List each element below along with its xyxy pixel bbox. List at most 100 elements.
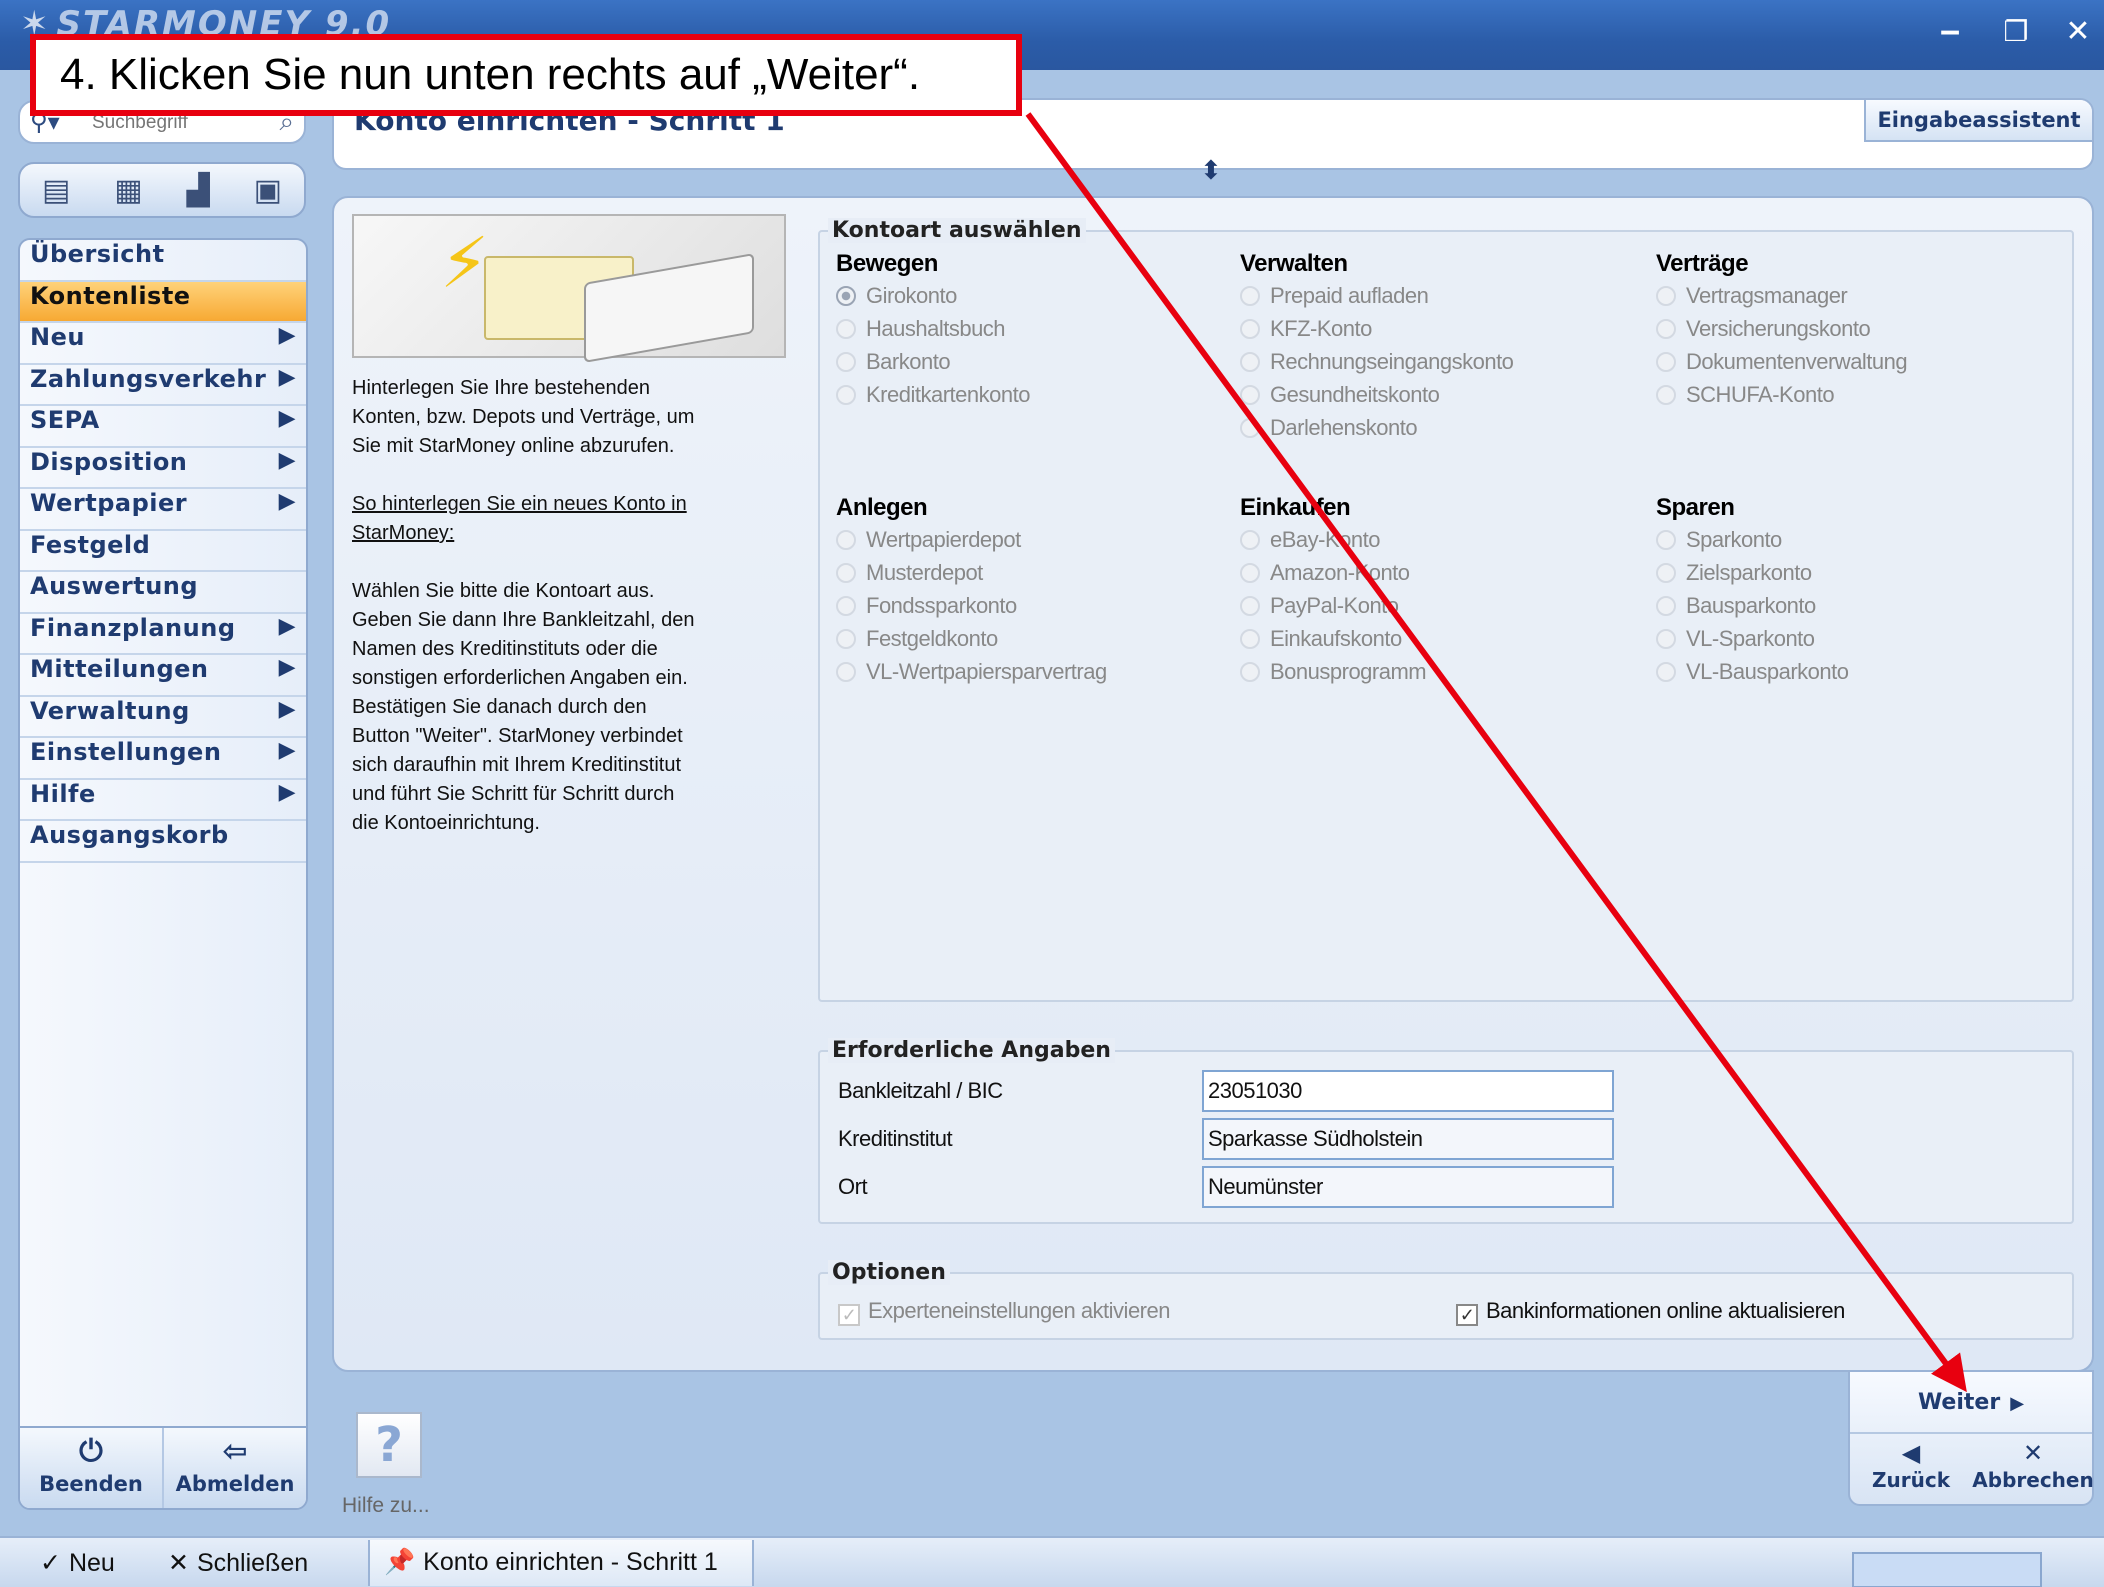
radio-button[interactable] [1656,596,1676,616]
account-type-option[interactable]: Versicherungskonto [1656,316,2056,349]
help-link[interactable]: So hinterlegen Sie ein neues Konto in St… [352,490,702,548]
sidebar-item-übersicht[interactable]: Übersicht [20,240,306,282]
radio-button[interactable] [1656,385,1676,405]
radio-button[interactable] [836,596,856,616]
account-type-option[interactable]: SCHUFA-Konto [1656,382,2056,415]
document-list-icon[interactable]: ▤ [42,173,70,208]
radio-button[interactable] [836,662,856,682]
account-type-option[interactable]: Prepaid aufladen [1240,283,1640,316]
sidebar-item-ausgangskorb[interactable]: Ausgangskorb [20,821,306,863]
account-type-option[interactable]: Festgeldkonto [836,626,1236,659]
radio-button[interactable] [1240,662,1260,682]
radio-button[interactable] [1656,629,1676,649]
radio-button[interactable] [836,286,856,306]
account-type-option[interactable]: eBay-Konto [1240,527,1640,560]
radio-button[interactable] [1240,596,1260,616]
taskbar-new-button[interactable]: ✓ Neu [40,1548,115,1578]
sidebar-item-festgeld[interactable]: Festgeld [20,531,306,572]
sidebar-item-sepa[interactable]: SEPA ▶ [20,406,306,448]
quit-button[interactable]: ⏻ Beenden [20,1428,164,1508]
radio-button[interactable] [1656,530,1676,550]
back-button[interactable]: ◀ Zurück [1850,1436,1972,1506]
radio-button[interactable] [1656,563,1676,583]
input-assistant-button[interactable]: Eingabeassistent [1864,100,2092,142]
account-type-option[interactable]: Dokumentenverwaltung [1656,349,2056,382]
radio-button[interactable] [1656,319,1676,339]
sidebar-item-disposition[interactable]: Disposition ▶ [20,448,306,489]
radio-button[interactable] [836,629,856,649]
radio-button[interactable] [836,352,856,372]
sidebar-item-kontenliste[interactable]: Kontenliste [20,281,306,323]
bank-name-input[interactable]: Sparkasse Südholstein [1202,1118,1614,1160]
bankinfo-option[interactable]: ✓ Bankinformationen online aktualisieren [1456,1298,1845,1326]
account-type-option[interactable]: Darlehenskonto [1240,415,1640,448]
splitter-handle-icon[interactable]: ⬍ [1200,155,1222,186]
account-type-option[interactable]: Girokonto [836,283,1236,316]
account-type-option[interactable]: Gesundheitskonto [1240,382,1640,415]
taskbar-tab[interactable]: 📌 Konto einrichten - Schritt 1 [368,1540,754,1586]
account-type-option[interactable]: Rechnungseingangskonto [1240,349,1640,382]
sidebar-item-zahlungsverkehr[interactable]: Zahlungsverkehr ▶ [20,365,306,406]
radio-button[interactable] [1656,662,1676,682]
blz-input[interactable]: 23051030 [1202,1070,1614,1112]
taskbar-close-button[interactable]: ✕ Schließen [168,1548,308,1578]
chart-icon[interactable]: ▟ [187,173,210,208]
radio-button[interactable] [1240,385,1260,405]
sidebar-item-finanzplanung[interactable]: Finanzplanung ▶ [20,614,306,655]
account-type-option[interactable]: Sparkonto [1656,527,2056,560]
close-window-button[interactable]: ✕ [2056,12,2100,52]
bankinfo-checkbox[interactable]: ✓ [1456,1304,1478,1326]
account-type-option[interactable]: Wertpapierdepot [836,527,1236,560]
expert-settings-checkbox[interactable]: ✓ [838,1304,860,1326]
account-type-option[interactable]: Barkonto [836,349,1236,382]
account-type-option[interactable]: VL-Wertpapiersparvertrag [836,659,1236,692]
account-type-option[interactable]: Kreditkartenkonto [836,382,1236,415]
account-type-option[interactable]: Zielsparkonto [1656,560,2056,593]
radio-button[interactable] [836,530,856,550]
sidebar-item-neu[interactable]: Neu ▶ [20,323,306,365]
cancel-button[interactable]: ✕ Abbrechen [1972,1436,2094,1506]
sidebar-item-wertpapier[interactable]: Wertpapier ▶ [20,489,306,531]
radio-button[interactable] [1240,629,1260,649]
radio-button[interactable] [1240,530,1260,550]
maximize-button[interactable]: ❐ [1994,12,2038,52]
calendar-icon[interactable]: ▦ [114,173,142,208]
submenu-arrow-icon: ▶ [278,779,296,805]
account-type-option[interactable]: Haushaltsbuch [836,316,1236,349]
radio-button[interactable] [1240,286,1260,306]
account-type-option[interactable]: Bausparkonto [1656,593,2056,626]
sidebar-item-hilfe[interactable]: Hilfe ▶ [20,779,306,821]
radio-button[interactable] [1656,352,1676,372]
radio-button[interactable] [836,319,856,339]
account-type-option[interactable]: KFZ-Konto [1240,316,1640,349]
help-label[interactable]: Hilfe zu... [342,1494,430,1518]
account-type-option[interactable]: Amazon-Konto [1240,560,1640,593]
account-type-option[interactable]: PayPal-Konto [1240,593,1640,626]
radio-button[interactable] [1240,352,1260,372]
sidebar-item-auswertung[interactable]: Auswertung [20,572,306,614]
submenu-arrow-icon: ▶ [278,696,296,722]
city-input[interactable]: Neumünster [1202,1166,1614,1208]
account-type-option[interactable]: Einkaufskonto [1240,626,1640,659]
account-type-option[interactable]: VL-Sparkonto [1656,626,2056,659]
calculator-icon[interactable]: ▣ [254,173,282,208]
radio-button[interactable] [1240,319,1260,339]
sidebar-item-einstellungen[interactable]: Einstellungen ▶ [20,738,306,780]
expert-settings-option[interactable]: ✓ Experteneinstellungen aktivieren [838,1298,1170,1326]
account-type-option[interactable]: Bonusprogramm [1240,659,1640,692]
logout-button[interactable]: ⇦ Abmelden [164,1428,306,1508]
account-type-option[interactable]: VL-Bausparkonto [1656,659,2056,692]
account-type-option[interactable]: Fondssparkonto [836,593,1236,626]
radio-button[interactable] [1240,563,1260,583]
help-icon[interactable]: ? [356,1412,422,1478]
sidebar-item-verwaltung[interactable]: Verwaltung ▶ [20,696,306,738]
sidebar-item-mitteilungen[interactable]: Mitteilungen ▶ [20,655,306,697]
radio-button[interactable] [836,563,856,583]
next-button[interactable]: Weiter ▶ [1850,1372,2092,1434]
radio-button[interactable] [836,385,856,405]
radio-button[interactable] [1240,418,1260,438]
account-type-option[interactable]: Musterdepot [836,560,1236,593]
account-type-option[interactable]: Vertragsmanager [1656,283,2056,316]
minimize-button[interactable]: ‒ [1928,12,1972,52]
radio-button[interactable] [1656,286,1676,306]
